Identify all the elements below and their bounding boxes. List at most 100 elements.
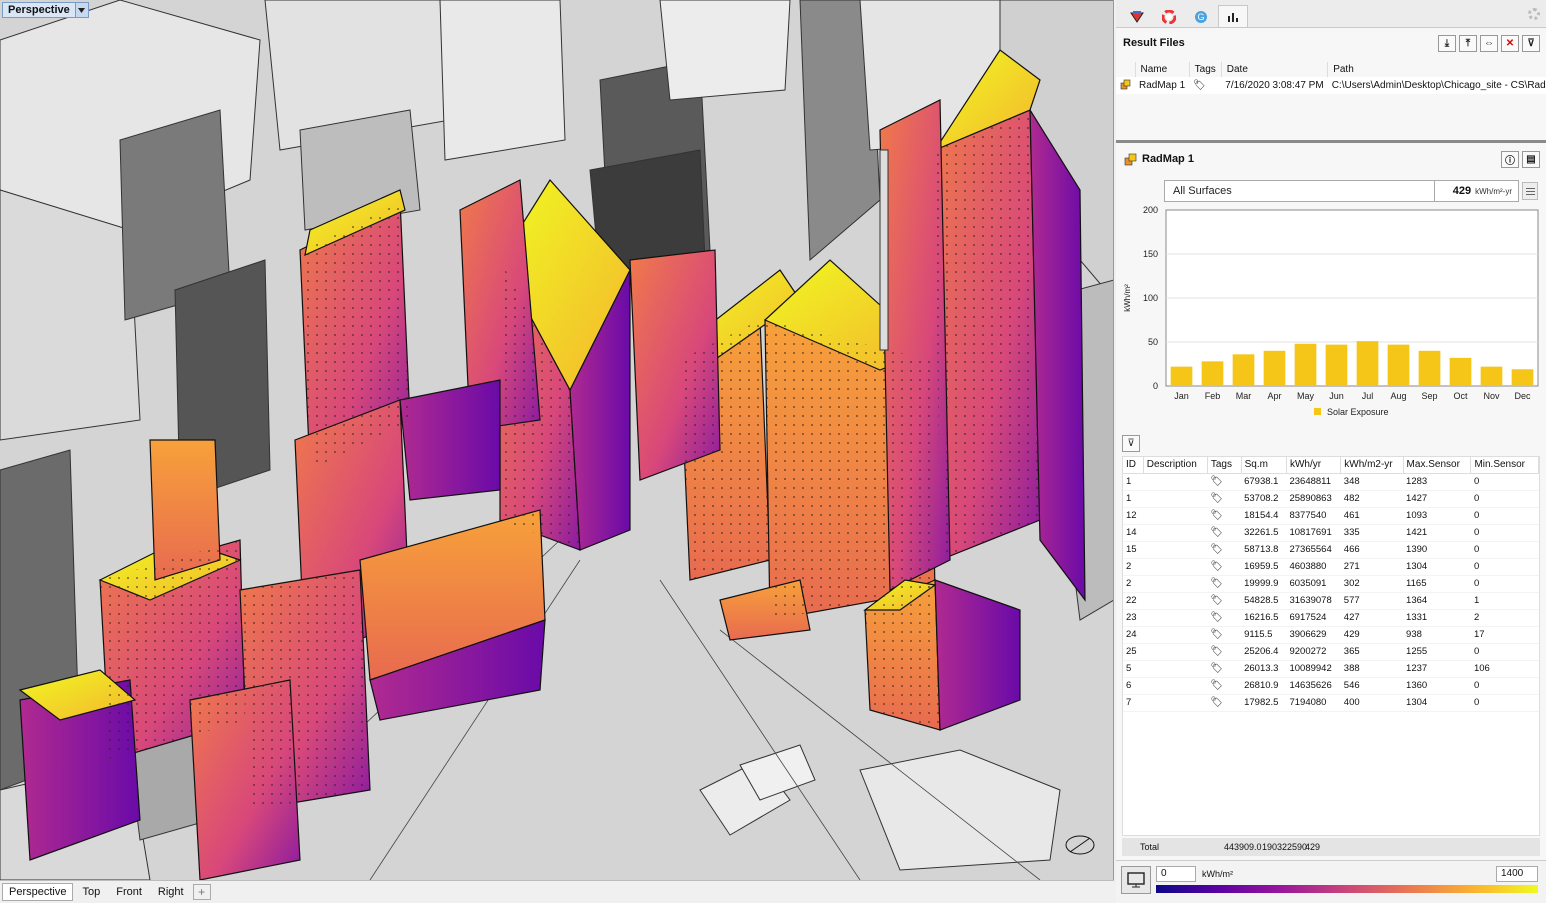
col-kwh-m2-yr[interactable]: kWh/m2-yr [1340,457,1404,474]
x-tick-label: Nov [1483,391,1500,401]
radmap-header: RadMap 1 ⓘ ▤ [1116,146,1546,172]
radmap-icon [1124,153,1137,165]
total-kwhm2: 429 [1305,842,1321,852]
color-wheel-icon [1162,9,1176,24]
splitter[interactable] [1116,140,1546,143]
table-row[interactable]: RadMap 1 🏷 7/16/2020 3:08:47 PM C:\Users… [1116,77,1546,94]
col-sq-m[interactable]: Sq.m [1241,457,1287,474]
close-icon: ✕ [1505,38,1515,49]
add-viewport-plus-icon[interactable]: + [192,884,211,900]
table-row[interactable]: 7 🏷 17982.5 7194080 400 1304 0 [1123,694,1539,712]
table-row[interactable]: 25 🏷 25206.4 9200272 365 1255 0 [1123,643,1539,661]
tag-icon[interactable]: 🏷 [1210,595,1223,606]
cell-kwh-yr: 8377540 [1286,507,1341,525]
table-row[interactable]: 5 🏷 26013.3 10089942 388 1237 106 [1123,660,1539,678]
x-tick-label: Aug [1390,391,1406,401]
tag-icon[interactable]: 🏷 [1210,544,1223,555]
table-row[interactable]: 1 🏷 53708.2 25890863 482 1427 0 [1123,490,1539,508]
cell-kwh-yr: 14635626 [1286,677,1341,695]
tab-grasshopper[interactable]: G [1186,5,1216,27]
col-kwh-yr[interactable]: kWh/yr [1286,457,1342,474]
x-tick-label: Feb [1205,391,1221,401]
col-tags[interactable]: Tags [1207,457,1242,474]
gear-icon[interactable] [1528,8,1540,20]
tab-perspective[interactable]: Perspective [2,883,74,901]
filter-button[interactable]: ⊽ [1522,35,1540,52]
y-tick-label: 200 [1143,205,1158,215]
col-description[interactable]: Description [1143,457,1208,474]
tag-icon[interactable]: 🏷 [1210,561,1223,572]
col-path[interactable]: Path [1327,62,1546,77]
cell-kwh-yr: 23648811 [1286,473,1341,491]
info-button[interactable]: ⓘ [1501,151,1519,168]
tag-icon[interactable]: 🏷 [1210,697,1223,708]
surface-filter[interactable]: All Surfaces 429 kWh/m²-yr [1164,180,1519,202]
table-row[interactable]: 2 🏷 16959.5 4603880 271 1304 0 [1123,558,1539,576]
tab-front[interactable]: Front [109,883,149,901]
report-button[interactable]: ▤ [1522,151,1540,168]
hamburger-menu-icon[interactable] [1522,182,1538,200]
surface-filter-label[interactable]: All Surfaces [1165,185,1434,197]
display-toggle-button[interactable] [1121,866,1151,894]
table-row[interactable]: 1 🏷 67938.1 23648811 348 1283 0 [1123,473,1539,491]
table-filter-button[interactable]: ⊽ [1122,435,1140,452]
tab-results[interactable] [1218,5,1248,27]
table-row[interactable]: 2 🏷 19999.9 6035091 302 1165 0 [1123,575,1539,593]
table-row[interactable]: 6 🏷 26810.9 14635626 546 1360 0 [1123,677,1539,695]
table-row[interactable]: 22 🏷 54828.5 31639078 577 1364 1 [1123,592,1539,610]
total-sqm: 443909.0 [1224,842,1262,852]
tag-icon[interactable]: 🏷 [1210,510,1223,521]
col-date[interactable]: Date [1221,62,1329,77]
table-row[interactable]: 24 🏷 9115.5 3906629 429 938 17 [1123,626,1539,644]
x-tick-label: Oct [1453,391,1468,401]
tag-icon[interactable]: 🏷 [1210,663,1223,674]
x-tick-label: May [1297,391,1315,401]
cell-description [1143,626,1208,644]
legend-max-input[interactable]: 1400 [1496,866,1538,882]
tag-icon[interactable]: 🏷 [1210,578,1223,589]
cell-min-sensor: 0 [1470,507,1539,525]
viewport-title[interactable]: Perspective [3,3,75,17]
cell-sq-m: 26013.3 [1241,660,1287,678]
tag-icon[interactable]: 🏷 [1193,80,1206,91]
tag-icon[interactable]: 🏷 [1210,493,1223,504]
cell-max-sensor: 1331 [1403,609,1471,627]
col-name[interactable]: Name [1135,62,1190,77]
legend-min-input[interactable]: 0 [1156,866,1196,882]
table-row[interactable]: 12 🏷 18154.4 8377540 461 1093 0 [1123,507,1539,525]
cell-kwh-yr: 6035091 [1286,575,1341,593]
col-id[interactable]: ID [1123,457,1144,474]
cell-max-sensor: 1427 [1403,490,1471,508]
cell-min-sensor: 2 [1470,609,1539,627]
x-tick-label: Jan [1174,391,1189,401]
total-kwh: 190322590 [1262,842,1308,852]
table-row[interactable]: 14 🏷 32261.5 10817691 335 1421 0 [1123,524,1539,542]
table-row[interactable]: 15 🏷 58713.8 27365564 466 1390 0 [1123,541,1539,559]
table-row[interactable]: 23 🏷 16216.5 6917524 427 1331 2 [1123,609,1539,627]
delete-button[interactable]: ✕ [1501,35,1519,52]
viewport-menu-arrow-icon[interactable] [74,3,88,17]
legend-unit: kWh/m² [1202,869,1233,879]
cell-min-sensor: 0 [1470,643,1539,661]
tab-top[interactable]: Top [75,883,107,901]
tab-layers[interactable] [1122,5,1152,27]
result-files-table: Name Tags Date Path RadMap 1 🏷 7/16/2020… [1116,62,1546,94]
tag-icon[interactable]: 🏷 [1210,646,1223,657]
tag-icon[interactable]: 🏷 [1210,680,1223,691]
x-tick-label: Jul [1362,391,1374,401]
tab-right[interactable]: Right [151,883,191,901]
col-max-sensor[interactable]: Max.Sensor [1403,457,1472,474]
perspective-viewport[interactable]: Perspective [0,0,1114,880]
col-min-sensor[interactable]: Min.Sensor [1470,457,1539,474]
import-button[interactable]: ⤓ [1438,35,1456,52]
export-button[interactable]: ⤒ [1459,35,1477,52]
tag-icon[interactable]: 🏷 [1210,527,1223,538]
col-tags[interactable]: Tags [1189,62,1222,77]
tag-icon[interactable]: 🏷 [1210,629,1223,640]
tag-icon[interactable]: 🏷 [1210,612,1223,623]
cell-max-sensor: 1283 [1403,473,1471,491]
tag-icon[interactable]: 🏷 [1210,476,1223,487]
viewport-title-tab[interactable]: Perspective [2,2,89,18]
tab-materials[interactable] [1154,5,1184,27]
link-button[interactable]: ⇔ [1480,35,1498,52]
